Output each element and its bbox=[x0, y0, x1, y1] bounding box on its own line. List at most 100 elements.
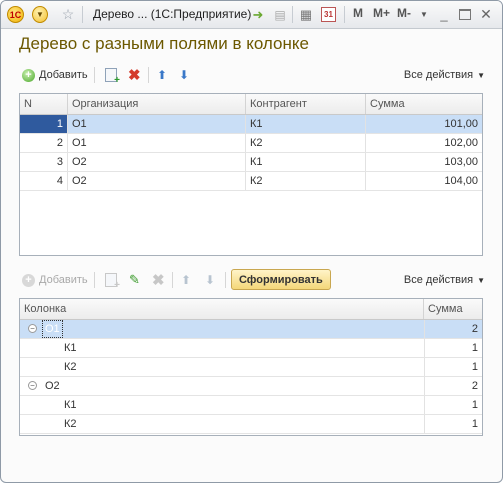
print-icon[interactable]: ▤ bbox=[273, 6, 287, 23]
cell-counterparty: К1 bbox=[246, 115, 366, 133]
chevron-down-icon: ▼ bbox=[477, 275, 485, 285]
close-icon[interactable]: ✕ bbox=[479, 6, 493, 23]
cell-n: 3 bbox=[20, 153, 68, 171]
delete-icon: ✖ bbox=[128, 67, 141, 84]
tree-table[interactable]: Колонка Сумма − О1 2 К1 1 К2 1 − О2 2 К1… bbox=[19, 298, 483, 436]
tree-sum: 1 bbox=[424, 396, 482, 414]
tree-sum: 1 bbox=[424, 415, 482, 433]
cell-organization: О1 bbox=[68, 115, 246, 133]
column-header-organization[interactable]: Организация bbox=[68, 94, 246, 114]
tree-header: Колонка Сумма bbox=[20, 299, 482, 320]
titlebar-separator bbox=[344, 6, 345, 23]
generate-button[interactable]: Сформировать bbox=[231, 269, 331, 290]
cell-counterparty: К2 bbox=[246, 172, 366, 190]
app-logo-icon[interactable]: 1C bbox=[7, 6, 24, 23]
calculator-icon[interactable]: ▦ bbox=[299, 6, 313, 23]
add-button-disabled[interactable]: + Добавить bbox=[22, 269, 88, 291]
column-header-sum[interactable]: Сумма bbox=[424, 299, 482, 319]
pencil-icon: ✎ bbox=[129, 272, 140, 287]
table-row[interactable]: 3 О2 К1 103,00 bbox=[20, 153, 482, 172]
page-title: Дерево с разными полями в колонке bbox=[19, 34, 309, 53]
favorites-star-icon[interactable]: ☆ bbox=[60, 6, 76, 23]
minimize-icon[interactable]: _ bbox=[437, 6, 451, 23]
toolbar-separator bbox=[94, 67, 95, 83]
column-header-counterparty[interactable]: Контрагент bbox=[246, 94, 366, 114]
main-window: 1C ▼ ☆ Дерево ... (1С:Предприятие) ➜ ▤ ▦… bbox=[0, 0, 503, 483]
titlebar-dropdown-icon[interactable]: ▼ bbox=[419, 6, 429, 23]
tree-row[interactable]: К2 1 bbox=[20, 358, 482, 377]
arrow-up-icon: ⬆ bbox=[157, 68, 168, 82]
arrow-down-icon: ⬇ bbox=[205, 273, 216, 287]
cell-n: 4 bbox=[20, 172, 68, 190]
tree-label: О2 bbox=[45, 380, 60, 392]
toolbar-separator bbox=[225, 272, 226, 288]
collapse-toggle-icon[interactable]: − bbox=[28, 324, 37, 333]
maximize-icon[interactable] bbox=[459, 9, 471, 20]
tree-sum: 1 bbox=[424, 339, 482, 357]
column-header-sum[interactable]: Сумма bbox=[366, 94, 482, 114]
top-command-bar: + Добавить ✖ ⬆ ⬇ Все действия ▼ bbox=[19, 64, 485, 86]
tree-label: К1 bbox=[64, 399, 77, 411]
add-icon: + bbox=[22, 68, 35, 82]
memory-minus-button[interactable]: M- bbox=[397, 6, 411, 20]
tree-row[interactable]: К2 1 bbox=[20, 415, 482, 434]
delete-button[interactable]: ✖ bbox=[128, 64, 141, 86]
tree-row[interactable]: К1 1 bbox=[20, 396, 482, 415]
cell-sum: 101,00 bbox=[444, 118, 478, 130]
cell-organization: О2 bbox=[68, 153, 246, 171]
memory-button[interactable]: M bbox=[353, 6, 363, 20]
tree-sum: 1 bbox=[424, 358, 482, 376]
table-row[interactable]: 2 О1 К2 102,00 bbox=[20, 134, 482, 153]
column-header-column[interactable]: Колонка bbox=[20, 299, 424, 319]
edit-button[interactable]: ✎ bbox=[129, 269, 140, 291]
titlebar-separator bbox=[292, 6, 293, 23]
column-header-n[interactable]: N bbox=[20, 94, 68, 114]
move-down-button[interactable]: ⬇ bbox=[179, 64, 189, 86]
table-row[interactable]: 4 О2 К2 104,00 bbox=[20, 172, 482, 191]
go-to-icon[interactable]: ➜ bbox=[250, 6, 266, 23]
cell-counterparty: К2 bbox=[246, 134, 366, 152]
tree-sum: 2 bbox=[424, 320, 482, 338]
copy-button[interactable] bbox=[105, 269, 120, 291]
add-button-label: Добавить bbox=[39, 274, 88, 286]
title-bar: 1C ▼ ☆ Дерево ... (1С:Предприятие) ➜ ▤ ▦… bbox=[1, 1, 502, 29]
cell-sum: 102,00 bbox=[444, 137, 478, 149]
tree-row-group[interactable]: − О1 2 bbox=[20, 320, 482, 339]
all-actions-menu[interactable]: Все действия ▼ bbox=[404, 64, 485, 86]
copy-icon bbox=[105, 68, 120, 86]
toolbar-separator bbox=[94, 272, 95, 288]
bottom-command-bar: + Добавить ✎ ✖ ⬆ ⬇ Сформировать Все дейс… bbox=[19, 269, 485, 291]
calendar-icon[interactable]: 31 bbox=[321, 7, 336, 22]
tree-sum: 2 bbox=[424, 377, 482, 395]
add-button[interactable]: + Добавить bbox=[22, 64, 88, 86]
tree-row-group[interactable]: − О2 2 bbox=[20, 377, 482, 396]
all-actions-label: Все действия bbox=[403, 274, 474, 286]
arrow-down-icon: ⬇ bbox=[179, 68, 190, 82]
table-header: N Организация Контрагент Сумма bbox=[20, 94, 482, 115]
arrow-up-icon: ⬆ bbox=[181, 273, 192, 287]
move-down-button[interactable]: ⬇ bbox=[205, 269, 215, 291]
window-title: Дерево ... (1С:Предприятие) bbox=[93, 7, 252, 21]
move-up-button[interactable]: ⬆ bbox=[181, 269, 191, 291]
cell-sum: 104,00 bbox=[444, 175, 478, 187]
tree-label: К2 bbox=[64, 418, 77, 430]
add-icon: + bbox=[22, 273, 35, 287]
main-menu-icon[interactable]: ▼ bbox=[32, 6, 48, 23]
memory-plus-button[interactable]: M+ bbox=[373, 6, 390, 20]
delete-button[interactable]: ✖ bbox=[152, 269, 165, 291]
tree-label: К1 bbox=[64, 342, 77, 354]
organizations-table[interactable]: N Организация Контрагент Сумма 1 О1 К1 1… bbox=[19, 93, 483, 256]
cell-organization: О1 bbox=[68, 134, 246, 152]
copy-button[interactable] bbox=[105, 64, 120, 86]
toolbar-separator bbox=[172, 272, 173, 288]
all-actions-label: Все действия bbox=[403, 69, 474, 81]
add-button-label: Добавить bbox=[39, 69, 88, 81]
titlebar-separator bbox=[82, 6, 83, 23]
cell-counterparty: К1 bbox=[246, 153, 366, 171]
toolbar-separator bbox=[148, 67, 149, 83]
move-up-button[interactable]: ⬆ bbox=[157, 64, 167, 86]
table-row[interactable]: 1 О1 К1 101,00 bbox=[20, 115, 482, 134]
collapse-toggle-icon[interactable]: − bbox=[28, 381, 37, 390]
tree-row[interactable]: К1 1 bbox=[20, 339, 482, 358]
all-actions-menu[interactable]: Все действия ▼ bbox=[404, 269, 485, 291]
